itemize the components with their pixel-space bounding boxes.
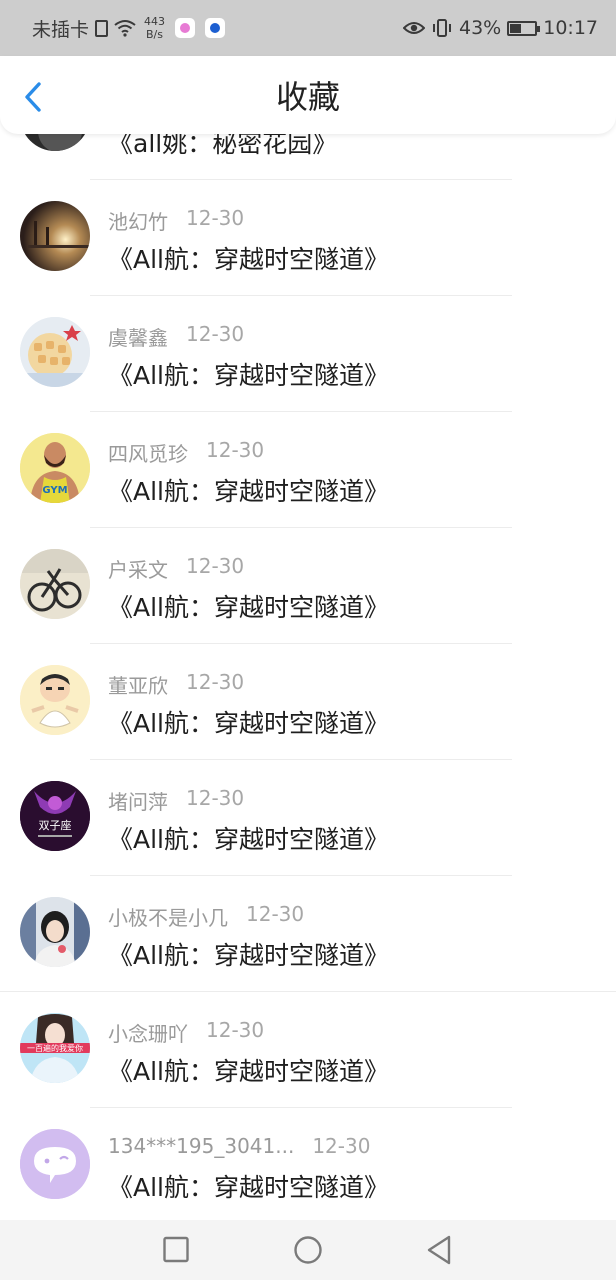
circle-home-icon[interactable] <box>293 1234 323 1266</box>
user-name: 四风觅珍 <box>108 442 188 466</box>
user-meta: 董亚欣 12-30 <box>108 670 244 699</box>
book-title: 《All航：穿越时空隧道》 <box>108 477 389 506</box>
book-title: 《All航：穿越时空隧道》 <box>108 245 389 274</box>
user-name: 堵问萍 <box>108 790 168 814</box>
favorite-date: 12-30 <box>246 902 305 926</box>
triangle-back-icon[interactable] <box>425 1234 453 1266</box>
favorite-date: 12-30 <box>186 554 245 578</box>
user-name: 董亚欣 <box>108 674 168 698</box>
carrier-label: 未插卡 <box>32 18 90 41</box>
user-name: 虞馨鑫 <box>108 326 168 350</box>
vibrate-icon <box>433 19 451 37</box>
favorite-date: 12-30 <box>186 786 245 810</box>
avatar-banner-text: 一百遍的我爱你 <box>27 1043 83 1053</box>
net-speed-value: 443 <box>144 15 166 28</box>
page-title: 收藏 <box>275 78 340 116</box>
user-meta: 134***195_3041... 12-30 <box>108 1134 370 1158</box>
status-left: 未插卡 443 B/s <box>32 15 226 42</box>
list-item[interactable]: 小极不是小几 12-30 《All航：穿越时空隧道》 <box>0 876 616 992</box>
user-meta: 小念珊吖 12-30 <box>108 1018 264 1047</box>
avatar <box>20 134 90 151</box>
status-bar: 未插卡 443 B/s 43% 10:17 <box>0 0 616 56</box>
system-nav-bar <box>0 1220 616 1280</box>
user-name: 户采文 <box>108 558 168 582</box>
user-meta: 小极不是小几 12-30 <box>108 902 304 931</box>
status-right: 43% 10:17 <box>403 17 598 39</box>
favorite-date: 12-30 <box>206 1018 265 1042</box>
user-name: 池幻竹 <box>108 210 168 234</box>
list-item[interactable]: GYM 四风觅珍 12-30 《All航：穿越时空隧道》 <box>0 412 616 528</box>
battery-icon <box>507 20 541 36</box>
book-title: 《All航：穿越时空隧道》 <box>108 709 389 738</box>
net-speed: 443 B/s <box>144 15 165 41</box>
list-item[interactable]: 董亚欣 12-30 《All航：穿越时空隧道》 <box>0 644 616 760</box>
user-name: 134***195_3041... <box>108 1134 295 1158</box>
user-name: 小念珊吖 <box>108 1022 188 1046</box>
list-item[interactable]: 池幻竹 12-30 《All航：穿越时空隧道》 <box>0 180 616 296</box>
book-title: 《All航：穿越时空隧道》 <box>108 825 389 854</box>
avatar: GYM <box>20 433 90 503</box>
favorite-date: 12-30 <box>312 1134 371 1158</box>
avatar <box>20 665 90 735</box>
notification-app-icon <box>205 18 226 38</box>
battery-percent: 43% <box>459 17 502 39</box>
book-title: 《All航：穿越时空隧道》 <box>108 1057 389 1086</box>
back-chevron-icon[interactable] <box>22 82 46 112</box>
book-title: 《all姚：秘密花园》 <box>108 134 338 158</box>
user-name: 小极不是小几 <box>108 906 228 930</box>
book-title: 《All航：穿越时空隧道》 <box>108 593 389 622</box>
notification-app-icon <box>175 18 196 38</box>
user-meta: 户采文 12-30 <box>108 554 244 583</box>
avatar-twins-text: 双子座 <box>39 818 72 832</box>
list-item[interactable]: 双子座 堵问萍 12-30 《All航：穿越时空隧道》 <box>0 760 616 876</box>
favorite-date: 12-30 <box>186 206 245 230</box>
avatar <box>20 897 90 967</box>
avatar-gym-text: GYM <box>42 485 67 496</box>
avatar <box>20 317 90 387</box>
favorite-date: 12-30 <box>186 322 245 346</box>
favorite-date: 12-30 <box>206 438 265 462</box>
battery-fill <box>510 23 522 33</box>
list-item[interactable]: 134***195_3041... 12-30 《All航：穿越时空隧道》 <box>0 1108 616 1220</box>
book-title: 《All航：穿越时空隧道》 <box>108 941 389 970</box>
list-item[interactable]: 户采文 12-30 《All航：穿越时空隧道》 <box>0 528 616 644</box>
user-meta: 堵问萍 12-30 <box>108 786 244 815</box>
list-item[interactable]: 一百遍的我爱你 小念珊吖 12-30 《All航：穿越时空隧道》 <box>0 992 616 1108</box>
book-title: 《All航：穿越时空隧道》 <box>108 361 389 390</box>
list-item[interactable]: 《all姚：秘密花园》 <box>0 134 616 180</box>
app-header: 收藏 <box>0 56 616 134</box>
net-speed-unit: B/s <box>146 28 163 41</box>
square-recents-icon[interactable] <box>163 1234 189 1266</box>
avatar: 一百遍的我爱你 <box>20 1013 90 1083</box>
clock: 10:17 <box>543 17 598 39</box>
avatar <box>20 201 90 271</box>
avatar <box>20 549 90 619</box>
user-meta: 虞馨鑫 12-30 <box>108 322 244 351</box>
wifi-icon <box>114 20 136 37</box>
sim-card-icon <box>95 19 109 37</box>
favorites-list: 《all姚：秘密花园》 池幻竹 12-30 《All航：穿越时空隧道》 虞馨鑫 … <box>0 134 616 1220</box>
book-title: 《All航：穿越时空隧道》 <box>108 1173 389 1202</box>
favorite-date: 12-30 <box>186 670 245 694</box>
default-avatar-chat-icon <box>20 1129 90 1199</box>
eye-icon <box>403 22 425 34</box>
avatar: 双子座 <box>20 781 90 851</box>
avatar <box>20 1129 90 1199</box>
user-meta: 池幻竹 12-30 <box>108 206 244 235</box>
list-item[interactable]: 虞馨鑫 12-30 《All航：穿越时空隧道》 <box>0 296 616 412</box>
user-meta: 四风觅珍 12-30 <box>108 438 264 467</box>
